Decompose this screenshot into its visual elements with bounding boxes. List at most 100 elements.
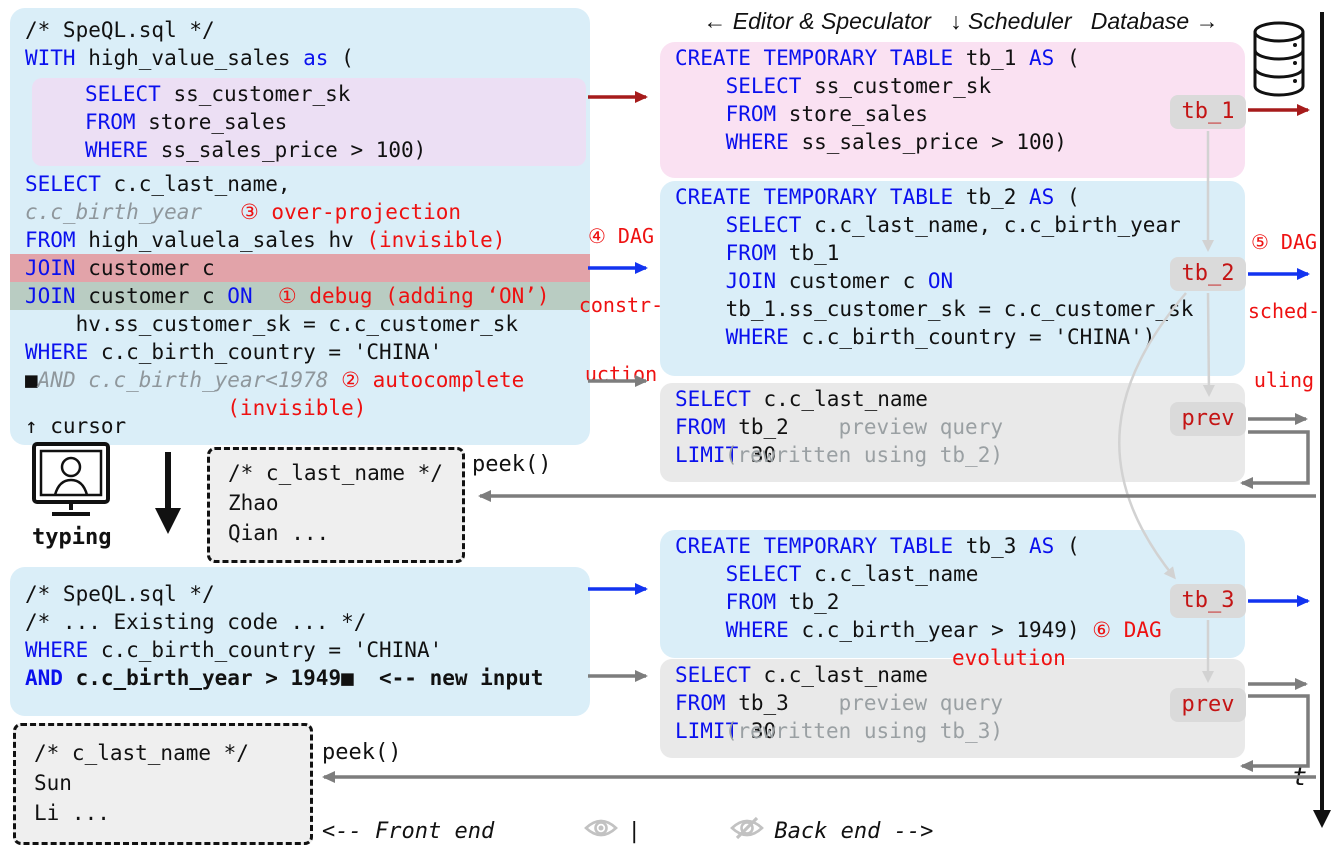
code-lines: /* SpeQL.sql */WITH high_value_sales as … xyxy=(10,16,590,72)
code-token: ss_sales_price > 100) xyxy=(148,138,427,162)
annotation-dag-evolution: evolution xyxy=(952,646,1066,670)
code-token: Li ... xyxy=(34,801,110,825)
code-token: tb_1 xyxy=(953,46,1030,70)
dag-node-prev-1: prev xyxy=(1170,402,1246,436)
code-token: (invisible) xyxy=(366,228,506,252)
code-token: JOIN xyxy=(725,269,777,293)
code-token: as xyxy=(303,46,329,70)
create-table-tb3-block: CREATE TEMPORARY TABLE tb_3 AS ( SELECT … xyxy=(660,530,1245,658)
code-token: tb_1.ss_customer_sk = c.c_customer_sk xyxy=(675,297,1194,321)
code-token: tb_2 xyxy=(725,415,789,439)
code-line: JOIN customer c ON ① debug (adding ‘ON’) xyxy=(10,282,590,310)
annotation-line: ⑤ DAG xyxy=(1250,230,1318,254)
code-token: FROM xyxy=(675,415,726,439)
editor-query-block: /* SpeQL.sql */WITH high_value_sales as … xyxy=(10,8,590,445)
code-token: AND c.c_birth_year<1978 xyxy=(37,368,329,392)
code-token: SELECT xyxy=(725,213,802,237)
preview-query-note: preview query xyxy=(838,415,1003,439)
speql-architecture-figure: ← Editor & Speculator ↓ Scheduler Databa… xyxy=(0,0,1341,851)
code-token: CREATE TEMPORARY TABLE xyxy=(675,46,954,70)
code-line: Qian ... xyxy=(210,518,462,548)
code-token: WHERE xyxy=(725,325,789,349)
eye-icon xyxy=(503,791,618,851)
code-line: JOIN customer c xyxy=(10,254,590,282)
code-token: ② autocomplete xyxy=(341,368,525,392)
code-line: WHERE c.c_birth_year > 1949) ⑥ DAG xyxy=(660,616,1245,644)
peek-result-box-top: /* c_last_name */ Zhao Qian ... xyxy=(207,447,465,563)
code-token: WHERE xyxy=(25,638,89,662)
code-token: c.c_birth_year > 1949■ <-- new input xyxy=(62,666,544,690)
code-token: FROM xyxy=(725,590,777,614)
code-line: /* ... Existing code ... */ xyxy=(10,608,590,636)
code-line: FROM store_sales xyxy=(660,100,1245,128)
code-token: FROM xyxy=(725,241,777,265)
code-token: /* c_last_name */ xyxy=(34,741,249,765)
annotation-line: uling xyxy=(1253,368,1315,392)
code-token: ON xyxy=(227,284,253,308)
code-token: WHERE xyxy=(84,138,149,162)
code-token: AND xyxy=(25,666,63,690)
code-line: Zhao xyxy=(210,488,462,518)
code-token: AS xyxy=(1029,46,1055,70)
code-token: tb_2 xyxy=(776,590,840,614)
code-token: store_sales xyxy=(776,102,928,126)
code-line: SELECT ss_customer_sk xyxy=(32,80,586,108)
front-back-end-caption: <-- Front end | Back end --> xyxy=(322,791,933,851)
code-token: c.c_birth_country = 'CHINA') xyxy=(788,325,1156,349)
code-token: FROM xyxy=(725,102,777,126)
code-token: ( xyxy=(328,46,354,70)
annotation-dag-scheduling: ⑤ DAG sched- uling xyxy=(1243,185,1325,438)
code-token: /* c_last_name */ xyxy=(228,461,443,485)
code-line: FROM high_valuela_sales hv (invisible) xyxy=(10,226,590,254)
code-token: /* ... Existing code ... */ xyxy=(25,610,367,634)
code-line: /* c_last_name */ xyxy=(210,458,462,488)
code-token: customer c xyxy=(75,256,215,280)
preview-query-block-1: SELECT c.c_last_name FROM tb_2 LIMIT 30 pr… xyxy=(660,383,1245,482)
code-token: SELECT xyxy=(725,74,802,98)
code-token: c.c_last_name, xyxy=(100,172,291,196)
dag-node-tb3: tb_3 xyxy=(1170,584,1246,618)
time-axis-label: t xyxy=(1292,762,1308,791)
code-token: JOIN xyxy=(25,256,76,280)
code-token: ■ xyxy=(25,368,38,392)
code-token: ① debug (adding ‘ON’) xyxy=(277,284,550,308)
code-token: FROM xyxy=(84,110,136,134)
code-line: tb_1.ss_customer_sk = c.c_customer_sk xyxy=(660,295,1245,323)
code-token: c.c_last_name xyxy=(801,562,979,586)
annotation-line: constr- xyxy=(578,293,664,317)
code-token: CREATE TEMPORARY TABLE xyxy=(675,534,954,558)
code-line: c.c_birth_year ③ over-projection xyxy=(10,198,590,226)
code-token: Sun xyxy=(34,771,72,795)
annotation-line: sched- xyxy=(1247,299,1321,323)
create-table-tb1-block: CREATE TEMPORARY TABLE tb_1 AS ( SELECT … xyxy=(660,42,1245,178)
code-token: high_value_sales xyxy=(75,46,304,70)
flow-direction-header: ← Editor & Speculator ↓ Scheduler Databa… xyxy=(703,8,1219,34)
code-token: CREATE TEMPORARY TABLE xyxy=(675,185,954,209)
back-end-label: Back end --> xyxy=(774,818,934,844)
code-token: c.c_last_name xyxy=(750,387,928,411)
preview-query-block-2: SELECT c.c_last_name FROM tb_3 LIMIT 30 pr… xyxy=(660,659,1245,758)
code-token: c.c_last_name xyxy=(750,663,928,687)
dag-node-tb2: tb_2 xyxy=(1170,257,1246,291)
code-line: SELECT ss_customer_sk xyxy=(660,72,1245,100)
code-token: ss_customer_sk xyxy=(160,82,351,106)
code-token: ⑥ DAG xyxy=(1092,618,1162,642)
code-token: c.c_last_name, c.c_birth_year xyxy=(801,213,1181,237)
peek-result-box-bottom: /* c_last_name */ Sun Li ... xyxy=(13,723,313,845)
code-line: WHERE c.c_birth_country = 'CHINA' xyxy=(10,636,590,664)
code-line: SELECT c.c_last_name, xyxy=(10,170,590,198)
code-line: FROM tb_1 xyxy=(660,239,1245,267)
code-token: JOIN xyxy=(25,284,76,308)
code-token: tb_3 xyxy=(953,534,1030,558)
code-token: c.c_birth_year > 1949) xyxy=(788,618,1093,642)
code-line: AND c.c_birth_year > 1949■ <-- new input xyxy=(10,664,590,692)
preview-query-note: preview query xyxy=(838,691,1003,715)
code-line: WHERE ss_sales_price > 100) xyxy=(660,128,1245,156)
